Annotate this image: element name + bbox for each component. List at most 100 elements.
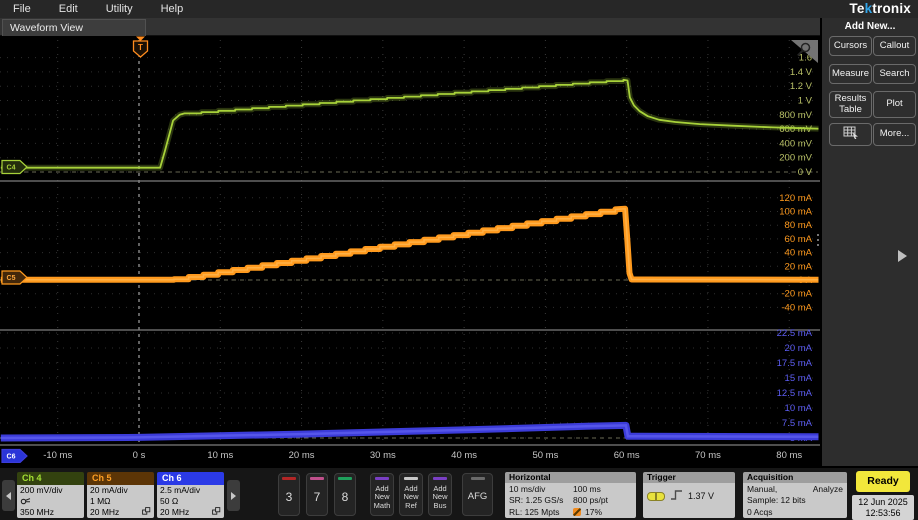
svg-text:20 ms: 20 ms [289,450,315,461]
channel-bandwidth: 350 MHz [20,507,81,518]
tab-waveform-view[interactable]: Waveform View [2,19,146,36]
time-axis-labels: -10 ms0 s10 ms20 ms30 ms40 ms50 ms60 ms7… [43,450,802,461]
table-grid-button[interactable] [829,123,872,146]
status-bar: Ch 4200 mV/div 350 MHz Ch 520 mA/div1 MΩ20… [0,466,918,520]
svg-text:40 ms: 40 ms [451,450,477,461]
add-new-bus-button[interactable]: AddNewBus [428,473,452,516]
probe-icon [20,496,81,507]
compression-indicator-icon [573,508,581,516]
svg-text:800 mV: 800 mV [779,110,812,121]
acquisition-count: 0 Acqs [747,507,773,518]
svg-text:17.5 mA: 17.5 mA [777,358,813,369]
expand-panel-arrow-icon[interactable] [898,250,907,262]
scrollbar-handle-dots[interactable] [817,234,819,246]
svg-text:80 ms: 80 ms [776,450,802,461]
acquisition-panel[interactable]: Acquisition Manual, Analyze Sample: 12 bi… [743,472,847,518]
channel-7-button[interactable]: 7 [306,473,328,516]
svg-text:200 mV: 200 mV [779,153,812,164]
pane-separators [0,181,820,445]
trigger-flag[interactable]: T [134,37,148,58]
channel-bandwidth: 20 MHz [160,507,221,518]
svg-text:40 mA: 40 mA [785,248,813,259]
channel-badge-ch6[interactable]: Ch 62.5 mA/div50 Ω20 MHz [157,472,224,518]
sample-rate: SR: 1.25 GS/s [509,495,573,506]
afg-button[interactable]: AFG [462,473,493,516]
svg-text:22.5 mA: 22.5 mA [777,328,813,339]
channel-bandwidth: 20 MHz [90,507,151,518]
channel-badge-ch4[interactable]: Ch 4200 mV/div 350 MHz [17,472,84,518]
results-table-button[interactable]: Results Table [829,91,872,118]
horizontal-scale: 10 ms/div [509,484,573,495]
svg-text:1.2 V: 1.2 V [790,81,813,92]
horizontal-panel[interactable]: Horizontal 10 ms/div100 ms SR: 1.25 GS/s… [505,472,636,518]
ch5-load-current-trace [1,209,819,280]
channel-badge-ch5[interactable]: Ch 520 mA/div1 MΩ20 MHz [87,472,154,518]
channel-name: Ch 4 [17,472,84,485]
plot-button[interactable]: Plot [873,91,916,118]
menu-item-edit[interactable]: Edit [59,3,78,15]
datetime-display: 12 Jun 2025 12:53:56 [852,495,914,520]
channel-3-button[interactable]: 3 [278,473,300,516]
svg-text:60 ms: 60 ms [614,450,640,461]
acquisition-analyze: Analyze [813,484,843,495]
menu-item-file[interactable]: File [13,3,31,15]
menu-item-utility[interactable]: Utility [106,3,133,15]
svg-text:80 mA: 80 mA [785,220,813,231]
chevron-left-icon [6,492,11,500]
trigger-level: 1.37 V [688,491,714,501]
svg-text:-10 ms: -10 ms [43,450,72,461]
time-label: 12:53:56 [852,508,914,519]
channel-impedance: 50 Ω [160,496,221,507]
right-sidebar: Add New... Cursors Callout Measure Searc… [822,18,918,466]
add-new-ref-button[interactable]: AddNewRef [399,473,423,516]
more-button[interactable]: More... [873,123,916,146]
measure-button[interactable]: Measure [829,64,872,84]
channel-name: Ch 5 [87,472,154,485]
horizontal-panel-title: Horizontal [505,472,636,483]
svg-text:0 V: 0 V [798,167,813,178]
chevron-right-icon [231,492,236,500]
svg-text:100 mA: 100 mA [779,207,812,218]
channel-scale: 20 mA/div [90,485,151,496]
ready-status-badge: Ready [856,471,910,492]
svg-text:1 V: 1 V [798,96,813,107]
axis-labels-c6: 22.5 mA20 mA17.5 mA15 mA12.5 mA10 mA7.5 … [777,328,813,444]
channel-marker-c4[interactable]: C4 [2,161,27,174]
callout-button[interactable]: Callout [873,36,916,56]
menu-item-help[interactable]: Help [161,3,184,15]
svg-text:C6: C6 [7,454,16,461]
compression-percent: 17% [585,507,602,518]
trigger-source-badge [647,492,665,501]
search-button[interactable]: Search [873,64,916,84]
add-new-math-button[interactable]: AddNewMath [370,473,394,516]
svg-text:1.4 V: 1.4 V [790,67,813,78]
menu-bar: File Edit Utility Help Tektronix [0,0,918,18]
waveform-display[interactable]: 1.61.4 V1.2 V1 V800 mV600 mV400 mV200 mV… [0,36,820,463]
scope-graticule: 1.61.4 V1.2 V1 V800 mV600 mV400 mV200 mV… [0,36,820,463]
svg-text:400 mV: 400 mV [779,138,812,149]
svg-text:20 mA: 20 mA [785,261,813,272]
svg-text:0 s: 0 s [133,450,146,461]
svg-text:120 mA: 120 mA [779,193,812,204]
channel-scroll-right-button[interactable] [227,480,240,511]
svg-text:70 ms: 70 ms [695,450,721,461]
channel-scale: 200 mV/div [20,485,81,496]
svg-text:20 mA: 20 mA [785,343,813,354]
rising-edge-icon [670,489,683,503]
cursors-button[interactable]: Cursors [829,36,872,56]
acquisition-sample: Sample: 12 bits [747,495,806,506]
trigger-panel-title: Trigger [643,472,735,483]
svg-text:-40 mA: -40 mA [781,302,812,313]
bandwidth-limit-icon [142,507,151,518]
svg-text:T: T [138,43,143,52]
acquisition-mode: Manual, [747,484,777,495]
trigger-panel[interactable]: Trigger 1.37 V [643,472,735,518]
svg-text:15 mA: 15 mA [785,373,813,384]
ch4-output-voltage-trace [1,80,819,168]
svg-text:10 mA: 10 mA [785,403,813,414]
channel-marker-c6[interactable]: C6 [2,450,27,463]
channel-8-button[interactable]: 8 [334,473,356,516]
channel-scroll-left-button[interactable] [2,480,15,511]
channel-scale: 2.5 mA/div [160,485,221,496]
acquisition-panel-title: Acquisition [743,472,847,483]
